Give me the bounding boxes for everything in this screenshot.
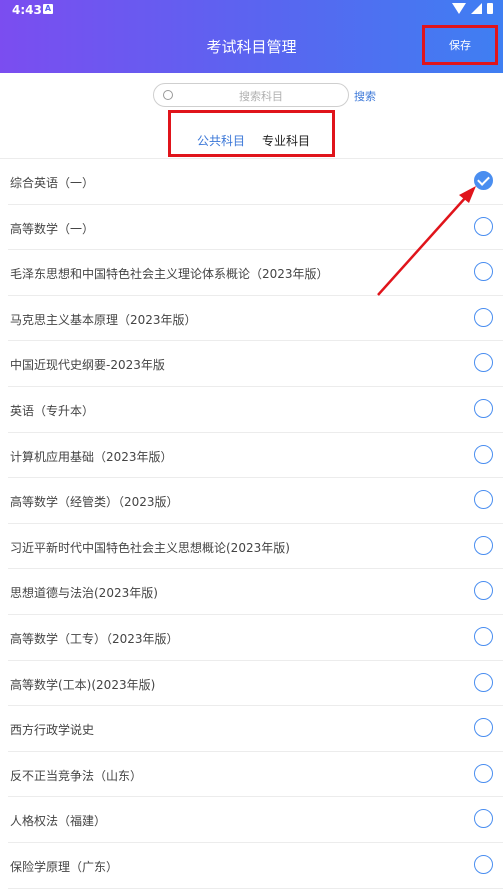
subject-label: 高等数学(工本)(2023年版) bbox=[10, 677, 156, 692]
save-button[interactable]: 保存 bbox=[422, 25, 498, 65]
status-time: 4:43 bbox=[12, 3, 42, 17]
subject-label: 中国近现代史纲要-2023年版 bbox=[10, 358, 165, 373]
subject-label: 高等数学（工专）（2023年版） bbox=[10, 631, 179, 646]
subject-item[interactable]: 英语（专升本） bbox=[8, 387, 503, 433]
search-input[interactable] bbox=[184, 87, 338, 105]
radio-icon[interactable] bbox=[474, 672, 493, 692]
subject-item[interactable]: 综合英语（一） bbox=[8, 159, 503, 205]
radio-icon[interactable] bbox=[474, 216, 493, 236]
radio-icon[interactable] bbox=[474, 490, 493, 510]
radio-icon[interactable] bbox=[474, 581, 493, 601]
subject-item[interactable]: 高等数学（一） bbox=[8, 205, 503, 251]
notification-icon: A bbox=[43, 4, 53, 14]
subject-label: 保险学原理（广东） bbox=[10, 859, 119, 874]
subject-label: 西方行政学说史 bbox=[10, 723, 95, 738]
subject-item[interactable]: 人格权法（福建） bbox=[8, 797, 503, 843]
radio-icon[interactable] bbox=[474, 262, 493, 282]
subject-label: 反不正当竞争法（山东） bbox=[10, 768, 143, 783]
search-button[interactable]: 搜索 bbox=[354, 88, 376, 104]
radio-icon[interactable] bbox=[474, 353, 493, 373]
subject-item[interactable]: 计算机应用基础（2023年版） bbox=[8, 433, 503, 479]
radio-icon[interactable] bbox=[474, 718, 493, 738]
radio-icon[interactable] bbox=[474, 398, 493, 418]
subject-label: 马克思主义基本原理（2023年版） bbox=[10, 312, 197, 327]
radio-icon[interactable] bbox=[474, 626, 493, 646]
subject-item[interactable]: 思想道德与法治(2023年版) bbox=[8, 569, 503, 615]
subject-list: 综合英语（一） 高等数学（一） 毛泽东思想和中国特色社会主义理论体系概论（2023年… bbox=[0, 159, 503, 889]
subject-label: 习近平新时代中国特色社会主义思想概论(2023年版) bbox=[10, 540, 290, 555]
subject-item[interactable]: 高等数学(工本)(2023年版) bbox=[8, 661, 503, 707]
search-box[interactable] bbox=[153, 83, 349, 107]
radio-icon[interactable] bbox=[474, 763, 493, 783]
subject-item[interactable]: 保险学原理（广东） bbox=[8, 843, 503, 889]
subject-label: 高等数学（一） bbox=[10, 221, 95, 236]
subject-item[interactable]: 习近平新时代中国特色社会主义思想概论(2023年版) bbox=[8, 524, 503, 570]
search-row: 搜索 bbox=[0, 83, 503, 109]
subject-item[interactable]: 高等数学（经管类）（2023版） bbox=[8, 478, 503, 524]
tab-public-subjects[interactable]: 公共科目 bbox=[197, 132, 245, 149]
subject-item[interactable]: 反不正当竞争法（山东） bbox=[8, 752, 503, 798]
subject-item[interactable]: 西方行政学说史 bbox=[8, 706, 503, 752]
subject-label: 毛泽东思想和中国特色社会主义理论体系概论（2023年版） bbox=[10, 267, 329, 282]
subject-label: 综合英语（一） bbox=[10, 176, 95, 190]
subject-label: 高等数学（经管类）（2023版） bbox=[10, 495, 179, 510]
status-icons bbox=[452, 3, 493, 14]
radio-icon[interactable] bbox=[474, 809, 493, 829]
signal-icon bbox=[471, 3, 482, 14]
radio-icon[interactable] bbox=[474, 854, 493, 874]
subject-label: 思想道德与法治(2023年版) bbox=[10, 586, 158, 601]
subject-item[interactable]: 马克思主义基本原理（2023年版） bbox=[8, 296, 503, 342]
status-bar: 4:43 A bbox=[0, 0, 503, 20]
app-header: 4:43 A 考试科目管理 保存 bbox=[0, 0, 503, 73]
battery-icon bbox=[487, 3, 493, 14]
tab-major-subjects[interactable]: 专业科目 bbox=[262, 132, 310, 149]
subject-label: 人格权法（福建） bbox=[10, 814, 107, 829]
checked-radio-icon[interactable] bbox=[474, 171, 493, 190]
wifi-icon bbox=[452, 3, 466, 14]
subject-item[interactable]: 中国近现代史纲要-2023年版 bbox=[8, 341, 503, 387]
radio-icon[interactable] bbox=[474, 444, 493, 464]
tab-bar: 公共科目 专业科目 bbox=[168, 110, 335, 157]
search-icon bbox=[163, 90, 173, 100]
subject-label: 英语（专升本） bbox=[10, 403, 95, 418]
radio-icon[interactable] bbox=[474, 535, 493, 555]
radio-icon[interactable] bbox=[474, 307, 493, 327]
subject-item[interactable]: 毛泽东思想和中国特色社会主义理论体系概论（2023年版） bbox=[8, 250, 503, 296]
subject-label: 计算机应用基础（2023年版） bbox=[10, 449, 173, 464]
subject-item[interactable]: 高等数学（工专）（2023年版） bbox=[8, 615, 503, 661]
